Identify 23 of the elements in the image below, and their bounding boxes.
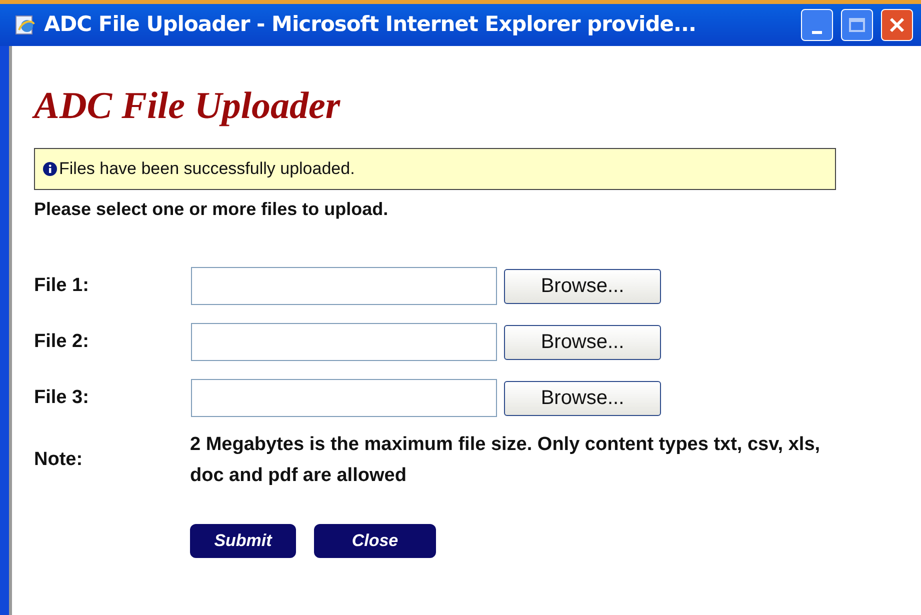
field-label: File 3:: [34, 386, 90, 410]
close-icon: [888, 16, 906, 34]
minimize-button[interactable]: [801, 9, 833, 41]
submit-button[interactable]: Submit: [190, 524, 296, 558]
close-button[interactable]: [881, 9, 913, 41]
file-path-field[interactable]: [191, 323, 497, 361]
browse-button[interactable]: Browse...: [504, 380, 661, 416]
message-text: Files have been successfully uploaded.: [59, 158, 355, 180]
page-heading: ADC File Uploader: [34, 84, 342, 128]
field-label: File 1:: [34, 274, 90, 298]
browse-button[interactable]: Browse...: [504, 324, 661, 360]
note-text: 2 Megabytes is the maximum file size. Only content types txt, csv, xls, doc and pdf are allowed: [190, 433, 822, 488]
window-title: ADC File Uploader - Microsoft Internet Explorer provide...: [44, 11, 697, 38]
field-label: File 2:: [34, 330, 90, 354]
browser-icon: [14, 14, 36, 36]
file-path-field[interactable]: [191, 379, 497, 417]
instruction-text: Please select one or more files to upload.: [34, 198, 390, 221]
info-icon: [43, 162, 57, 176]
close-form-button[interactable]: Close: [314, 524, 436, 558]
browse-button[interactable]: Browse...: [504, 268, 661, 304]
maximize-button[interactable]: [841, 9, 873, 41]
note-label: Note:: [34, 448, 84, 472]
file-path-field[interactable]: [191, 267, 497, 305]
